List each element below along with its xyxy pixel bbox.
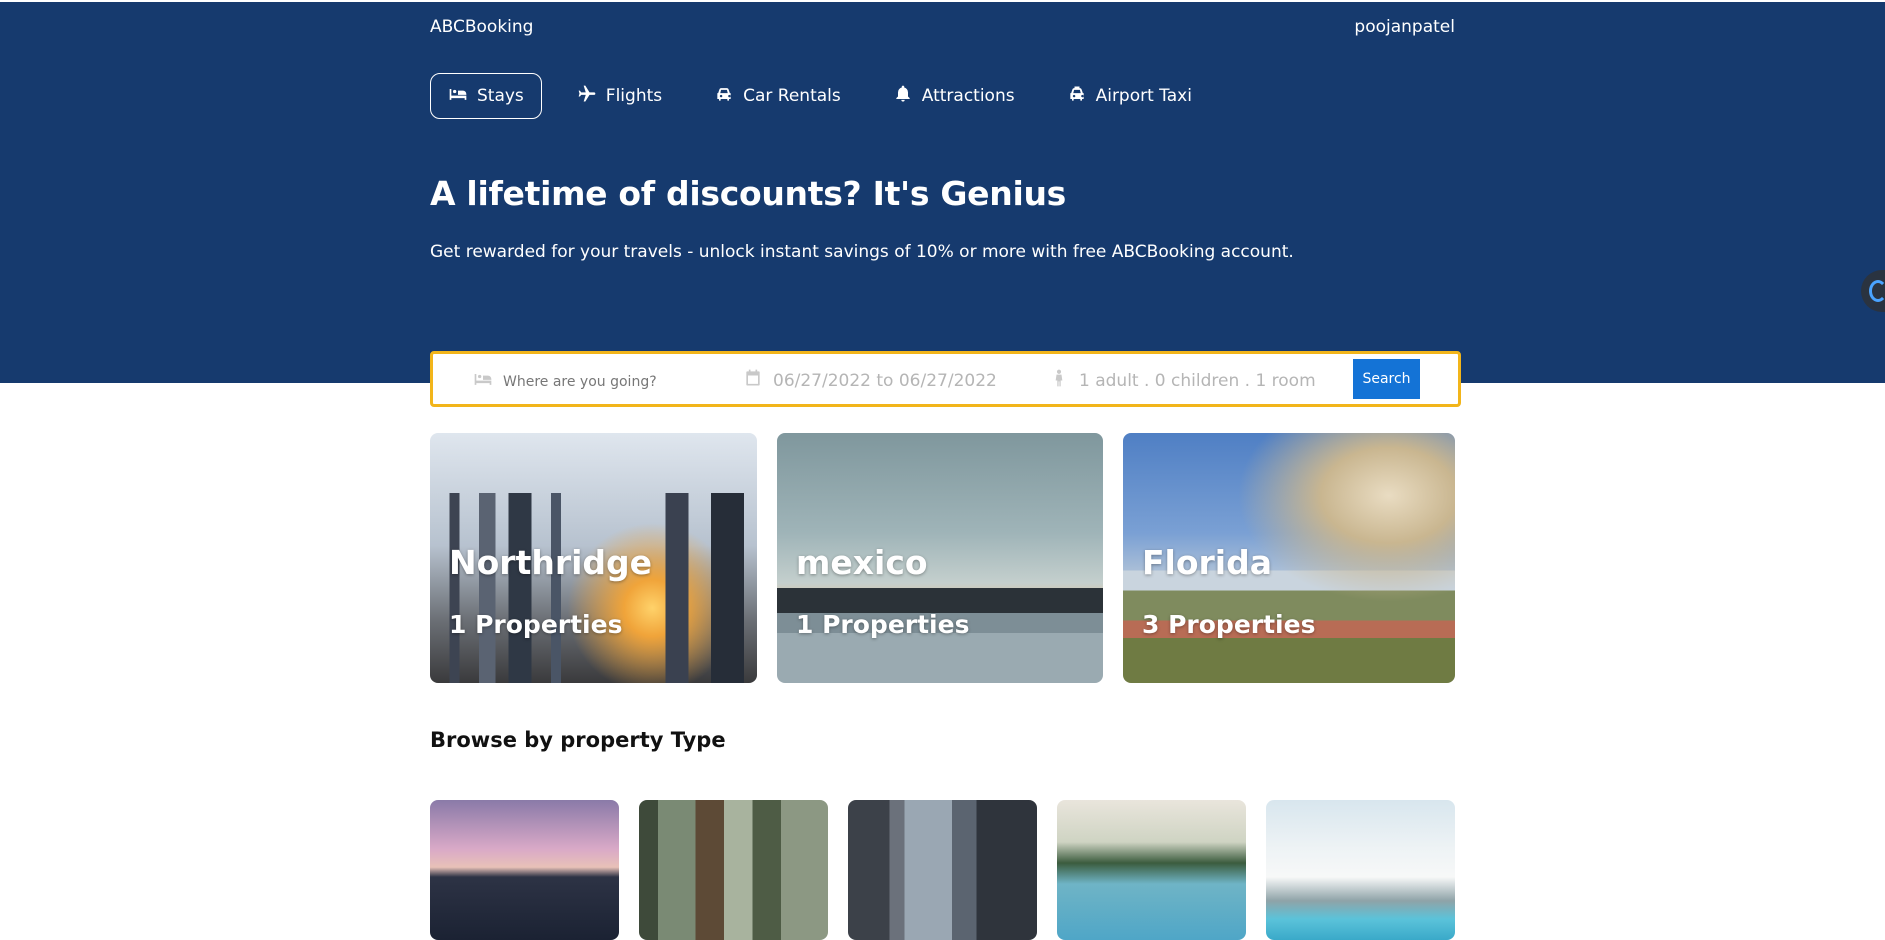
featured-card-mexico[interactable]: mexico 1 Properties [777,433,1103,683]
plane-icon [577,84,597,109]
property-type-list [430,800,1455,940]
header: ABCBooking poojanpatel Stays Flights Car… [0,2,1885,383]
person-icon [1049,368,1069,393]
nav-item-label: Stays [477,86,524,106]
featured-city-name: Florida [1142,543,1273,582]
bed-icon [448,84,468,109]
property-type-card[interactable] [1266,800,1455,940]
property-type-card[interactable] [1057,800,1246,940]
bell-icon [893,84,913,109]
hero-subtitle: Get rewarded for your travels - unlock i… [430,242,1294,262]
username[interactable]: poojanpatel [1354,17,1455,37]
featured-property-count: 3 Properties [1142,610,1316,639]
nav-item-label: Airport Taxi [1095,86,1192,106]
brand-logo[interactable]: ABCBooking [430,17,533,37]
search-button[interactable]: Search [1353,359,1420,399]
destination-field[interactable] [473,369,703,394]
nav-item-attractions[interactable]: Attractions [876,73,1032,119]
browse-section-title: Browse by property Type [430,728,726,752]
featured-card-florida[interactable]: Florida 3 Properties [1123,433,1455,683]
nav-item-flights[interactable]: Flights [560,73,679,119]
feedback-widget-button[interactable] [1861,270,1885,312]
property-type-card[interactable] [430,800,619,940]
featured-card-northridge[interactable]: Northridge 1 Properties [430,433,757,683]
guests-field[interactable]: 1 adult . 0 children . 1 room [1049,368,1316,393]
destination-input[interactable] [503,373,703,390]
featured-destinations: Northridge 1 Properties mexico 1 Propert… [430,433,1455,683]
search-bar: 06/27/2022 to 06/27/2022 1 adult . 0 chi… [430,351,1461,407]
bed-icon [473,369,493,394]
nav-item-airport-taxi[interactable]: Airport Taxi [1050,73,1209,119]
guests-text: 1 adult . 0 children . 1 room [1079,370,1316,391]
main-nav: Stays Flights Car Rentals Attractions Ai… [430,73,1209,119]
nav-item-label: Attractions [921,86,1015,106]
nav-item-stays[interactable]: Stays [430,73,542,119]
featured-property-count: 1 Properties [449,610,623,639]
property-type-card[interactable] [848,800,1037,940]
date-range-field[interactable]: 06/27/2022 to 06/27/2022 [743,368,997,393]
featured-city-name: Northridge [449,543,653,582]
calendar-icon [743,368,763,393]
nav-item-label: Car Rentals [743,86,841,106]
hero-title: A lifetime of discounts? It's Genius [430,174,1066,213]
property-type-card[interactable] [639,800,828,940]
chat-icon [1869,280,1885,302]
featured-city-name: mexico [796,543,928,582]
taxi-icon [1067,84,1087,109]
featured-property-count: 1 Properties [796,610,970,639]
nav-item-label: Flights [605,86,663,106]
car-icon [714,84,734,109]
nav-item-car-rentals[interactable]: Car Rentals [697,73,858,119]
date-range-text: 06/27/2022 to 06/27/2022 [773,370,997,391]
